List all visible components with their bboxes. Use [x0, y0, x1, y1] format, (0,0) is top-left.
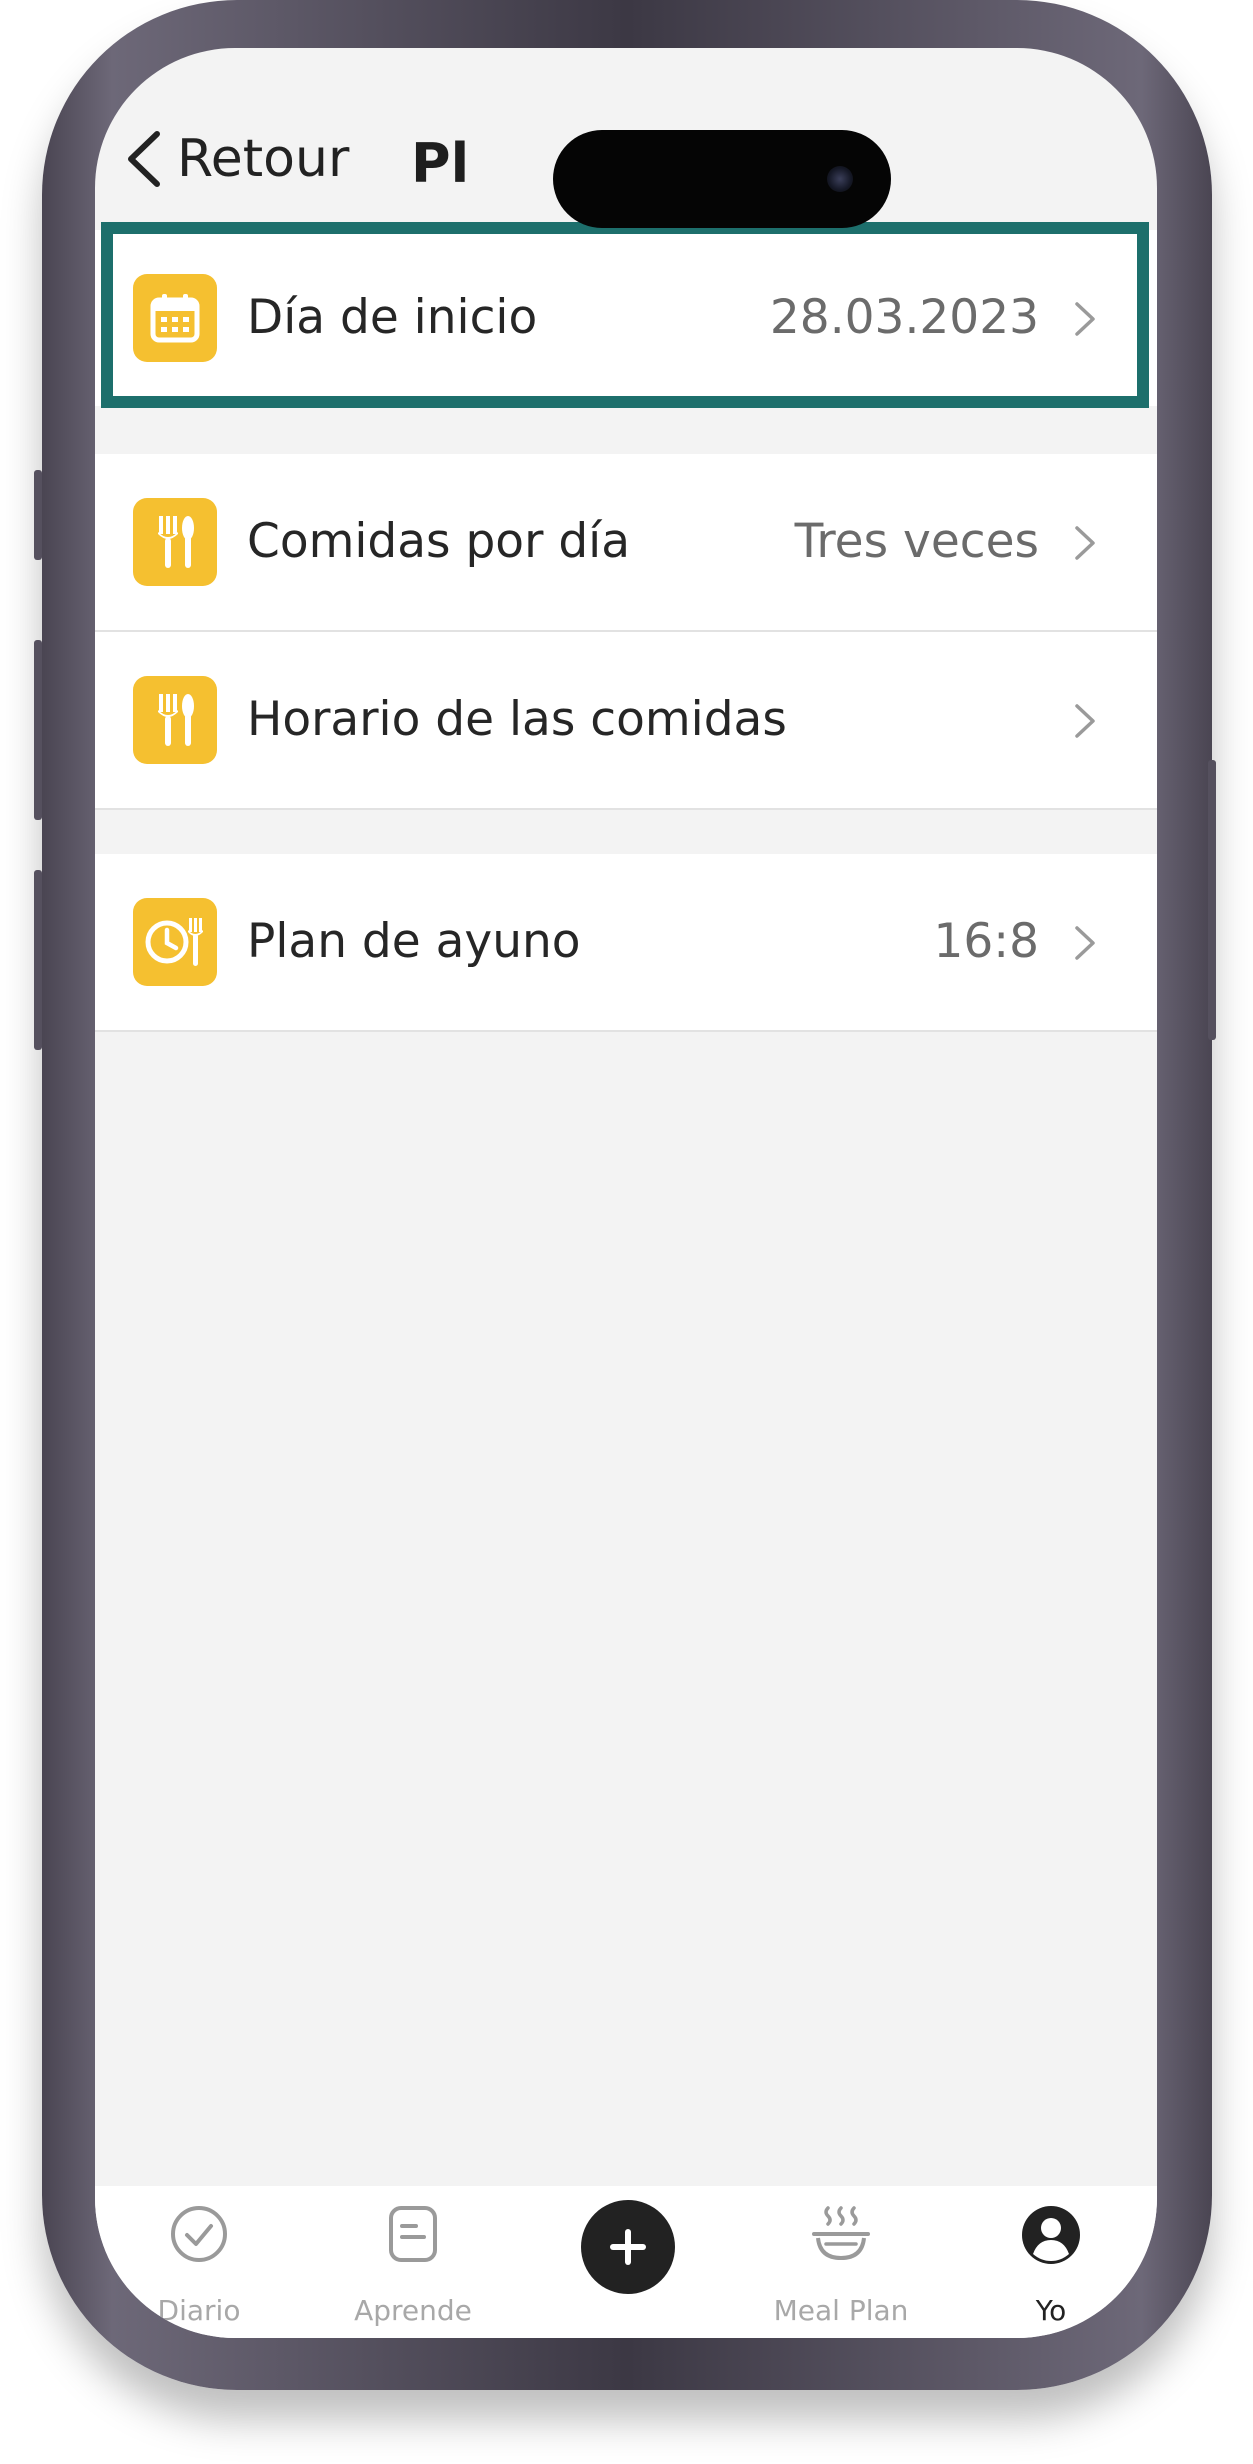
- tab-label: Meal Plan: [773, 2294, 909, 2327]
- setting-row-meal-times[interactable]: Horario de las comidas: [95, 632, 1157, 808]
- row-divider: [95, 1030, 1157, 1032]
- tab-diario[interactable]: Diario: [99, 2186, 299, 2338]
- phone-power-button: [1208, 760, 1216, 1040]
- check-circle-icon: [171, 2206, 227, 2262]
- tab-meal-plan[interactable]: Meal Plan: [741, 2186, 941, 2338]
- chevron-right-icon: [1075, 704, 1095, 738]
- tab-label: Aprende: [354, 2294, 472, 2327]
- document-icon: [389, 2206, 437, 2262]
- setting-label: Horario de las comidas: [247, 692, 787, 747]
- setting-row-start-day[interactable]: Día de inicio 28.03.2023: [95, 230, 1157, 406]
- setting-row-meals-per-day[interactable]: Comidas por día Tres veces: [95, 454, 1157, 630]
- phone-volume-down-button: [34, 870, 42, 1050]
- add-button[interactable]: [581, 2200, 675, 2294]
- bowl-icon: [812, 2206, 870, 2261]
- plus-icon: [610, 2229, 646, 2265]
- tab-label: Diario: [157, 2294, 241, 2327]
- tab-label: Yo: [1035, 2294, 1067, 2327]
- setting-row-fasting-plan[interactable]: Plan de ayuno 16:8: [95, 854, 1157, 1030]
- phone-side-button: [34, 470, 42, 560]
- phone-volume-up-button: [34, 640, 42, 820]
- chevron-left-icon: [128, 131, 160, 187]
- fork-knife-icon: [133, 676, 217, 764]
- setting-value: 16:8: [933, 914, 1039, 969]
- chevron-right-icon: [1075, 926, 1095, 960]
- fork-knife-icon: [133, 498, 217, 586]
- clock-fork-icon: [133, 898, 217, 986]
- setting-value: Tres veces: [794, 514, 1039, 569]
- setting-value: 28.03.2023: [769, 290, 1039, 345]
- setting-label: Plan de ayuno: [247, 914, 581, 969]
- back-label: Retour: [177, 129, 350, 189]
- tab-aprende[interactable]: Aprende: [313, 2186, 513, 2338]
- app-screen: Retour Pl as Día de inicio 28.03.2023: [95, 48, 1157, 2338]
- setting-label: Comidas por día: [247, 514, 631, 569]
- back-button[interactable]: Retour: [123, 128, 349, 190]
- dynamic-island: [553, 130, 891, 228]
- row-divider: [95, 808, 1157, 810]
- setting-label: Día de inicio: [247, 290, 538, 345]
- tab-yo[interactable]: Yo: [951, 2186, 1151, 2338]
- chevron-right-icon: [1075, 302, 1095, 336]
- camera-lens: [827, 166, 853, 192]
- tab-bar: Diario Aprende Meal Plan Yo: [95, 2186, 1157, 2338]
- user-icon: [1022, 2206, 1080, 2264]
- chevron-right-icon: [1075, 526, 1095, 560]
- calendar-icon: [133, 274, 217, 362]
